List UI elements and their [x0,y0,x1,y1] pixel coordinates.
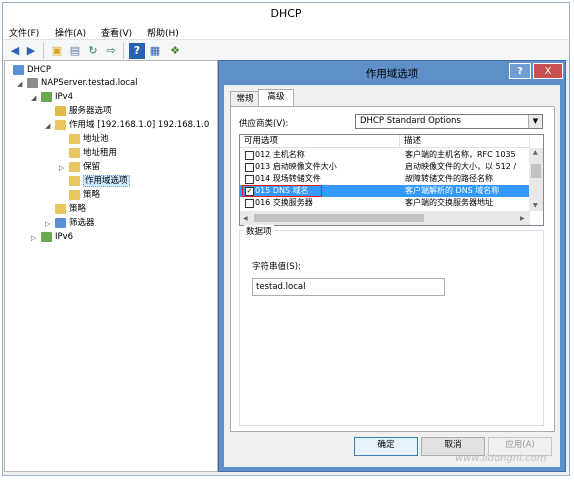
list-item[interactable]: 014 现场转储文件 故障转储文件的路径名称 [240,173,530,185]
tree-item-server[interactable]: NAPServer.testad.local [27,77,138,90]
toolbar-separator [123,43,124,59]
expand-icon[interactable]: ▷ [59,164,64,172]
server-options-icon [55,105,66,116]
menu-file[interactable]: 文件(F) [9,26,39,39]
folder-icon [55,119,66,130]
vendor-class-dropdown[interactable]: DHCP Standard Options ▼ [355,114,543,129]
watermark: www.lidongni.com [455,453,547,464]
collapse-icon[interactable]: ◢ [31,94,36,102]
scroll-thumb[interactable] [531,164,541,178]
connect-icon[interactable]: ❖ [167,43,183,59]
scroll-down-icon[interactable]: ▼ [533,202,538,209]
scope-options-dialog: 作用域选项 ? X 常规 高级 供应商类(V): DHCP Standard O… [218,60,566,472]
list-item[interactable]: 012 主机名称 客户端的主机名称，RFC 1035 [240,149,530,161]
refresh-icon[interactable]: ↻ [85,43,101,59]
ipv4-icon [41,91,52,102]
window-title: DHCP [270,7,302,20]
collapse-icon[interactable]: ◢ [17,80,22,88]
scroll-up-icon[interactable]: ▲ [533,149,538,156]
tab-general[interactable]: 常规 [230,91,260,107]
tree-item-ipv6[interactable]: IPv6 [41,231,73,244]
ok-button[interactable]: 确定 [354,437,418,456]
list-item[interactable]: 016 交换服务器 客户端的交换服务器地址 [240,197,530,209]
expand-icon[interactable]: ▷ [45,220,50,228]
ipv6-icon [41,231,52,242]
help-button[interactable]: ? [509,63,531,79]
folder-icon [55,203,66,214]
back-icon[interactable]: ◀ [7,43,23,59]
toolbar-separator [43,43,44,59]
close-button[interactable]: X [533,63,563,79]
column-header-description[interactable]: 描述 [400,135,530,148]
tree-item-scope[interactable]: 作用域 [192.168.1.0] 192.168.1.0 [55,119,209,132]
option-checkbox[interactable] [245,175,254,184]
help-icon[interactable]: ? [129,43,145,59]
list-item[interactable]: 013 启动映像文件大小 启动映像文件的大小，以 512 / [240,161,530,173]
title-bar: DHCP [3,3,569,25]
tree-item-dhcp[interactable]: DHCP [13,64,51,77]
scroll-thumb[interactable] [254,214,424,222]
vendor-value: DHCP Standard Options [360,116,461,126]
scroll-left-icon[interactable]: ◀ [243,215,248,222]
tree-item-policies[interactable]: 策略 [55,203,86,216]
tree-item-reservations[interactable]: 保留 [69,161,100,174]
data-group-label: 数据项 [244,225,274,237]
server-icon [27,77,38,88]
console-tree: DHCP ◢ NAPServer.testad.local ◢ IPv4 服务器… [4,60,218,472]
scroll-right-icon[interactable]: ▶ [520,215,525,222]
collapse-icon[interactable]: ◢ [45,122,50,130]
string-value-label: 字符串值(S): [252,262,301,272]
option-checkbox[interactable] [245,199,254,208]
option-checkbox[interactable] [245,151,254,160]
tree-item-server-options[interactable]: 服务器选项 [55,105,112,118]
expand-icon[interactable]: ▷ [31,234,36,242]
list-item-selected[interactable]: ✓ 015 DNS 域名 客户端解析的 DNS 域名称 [240,185,530,197]
chevron-down-icon[interactable]: ▼ [528,115,542,128]
folder-icon [69,161,80,172]
properties-icon[interactable]: ▤ [67,43,83,59]
tree-item-address-leases[interactable]: 地址租用 [69,147,117,160]
horizontal-scrollbar[interactable]: ◀ ▶ [240,211,530,225]
dialog-client-area: 常规 高级 供应商类(V): DHCP Standard Options ▼ 可… [224,85,560,467]
folder-icon [69,175,80,186]
menu-action[interactable]: 操作(A) [55,26,86,39]
option-checkbox[interactable] [245,163,254,172]
folder-icon [69,147,80,158]
string-value-input[interactable]: testad.local [252,278,445,296]
filter-icon [55,217,66,228]
vendor-label: 供应商类(V): [239,119,289,129]
vertical-scrollbar[interactable]: ▲ ▼ [529,148,543,211]
tree-item-ipv4[interactable]: IPv4 [41,91,73,104]
folder-icon [69,133,80,144]
dhcp-icon [13,64,24,75]
tree-item-filters[interactable]: 筛选器 [55,217,95,230]
menu-view[interactable]: 查看(V) [101,26,132,39]
menu-help[interactable]: 帮助(H) [147,26,179,39]
tree-item-address-pool[interactable]: 地址池 [69,133,109,146]
toolbar: ◀ ▶ ▣ ▤ ↻ ⇨ ? ▦ ❖ [3,39,569,61]
options-list: 可用选项 描述 012 主机名称 客户端的主机名称，RFC 1035 013 启… [239,134,544,226]
column-header-available[interactable]: 可用选项 [240,135,400,148]
details-icon[interactable]: ▦ [147,43,163,59]
folder-icon [69,189,80,200]
tab-panel: 供应商类(V): DHCP Standard Options ▼ 可用选项 描述… [230,106,555,432]
menu-bar: 文件(F) 操作(A) 查看(V) 帮助(H) [3,25,569,39]
up-folder-icon[interactable]: ▣ [49,43,65,59]
tree-item-scope-policies[interactable]: 策略 [69,189,100,202]
export-icon[interactable]: ⇨ [103,43,119,59]
forward-icon[interactable]: ▶ [23,43,39,59]
tree-item-scope-options[interactable]: 作用域选项 [69,175,130,188]
option-checkbox-checked[interactable]: ✓ [245,187,254,196]
